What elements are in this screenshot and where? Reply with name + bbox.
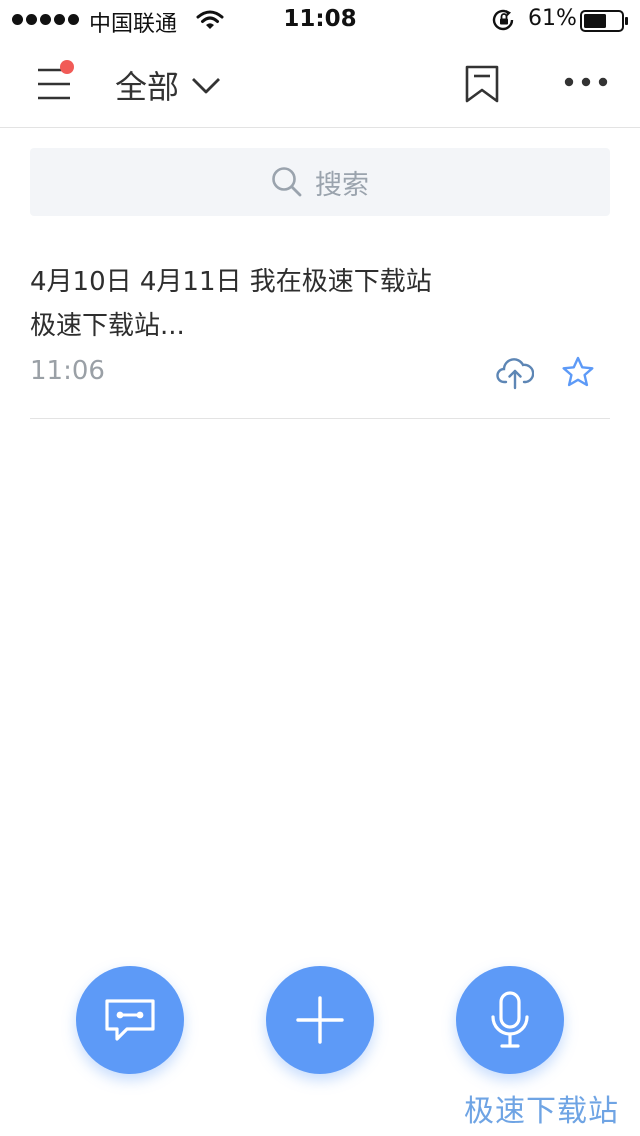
note-preview-line: 极速下载站... xyxy=(30,311,185,341)
notification-dot xyxy=(60,60,74,74)
note-preview: 4月10日 4月11日 我在极速下载站 极速下载站... xyxy=(30,260,490,348)
bookmark-icon[interactable] xyxy=(462,64,502,104)
chevron-down-icon xyxy=(192,78,221,94)
watermark-text: 极速下载站 xyxy=(464,1094,619,1129)
microphone-icon xyxy=(491,991,529,1048)
battery-percent: 61% xyxy=(528,6,577,31)
quick-note-button[interactable] xyxy=(76,966,184,1074)
message-icon xyxy=(105,999,155,1041)
battery-icon xyxy=(580,10,628,32)
star-icon[interactable] xyxy=(562,356,594,388)
voice-note-button[interactable] xyxy=(456,966,564,1074)
nav-bar: 全部 xyxy=(0,40,640,128)
cloud-upload-icon[interactable] xyxy=(496,356,534,390)
note-time: 11:06 xyxy=(30,356,105,386)
search-icon xyxy=(272,167,302,197)
filter-label: 全部 xyxy=(115,68,180,106)
list-item[interactable]: 4月10日 4月11日 我在极速下载站 极速下载站... 11:06 xyxy=(30,250,610,419)
plus-icon xyxy=(296,996,344,1044)
search-input[interactable]: 搜索 xyxy=(30,148,610,216)
note-preview-line: 4月10日 4月11日 我在极速下载站 xyxy=(30,267,432,297)
status-bar: 中国联通 11:08 61% xyxy=(0,0,640,40)
menu-button[interactable] xyxy=(30,58,80,108)
add-note-button[interactable] xyxy=(266,966,374,1074)
rotation-lock-icon xyxy=(492,9,514,31)
more-icon[interactable] xyxy=(564,76,608,88)
search-placeholder: 搜索 xyxy=(315,169,369,201)
filter-dropdown[interactable]: 全部 xyxy=(115,62,221,108)
